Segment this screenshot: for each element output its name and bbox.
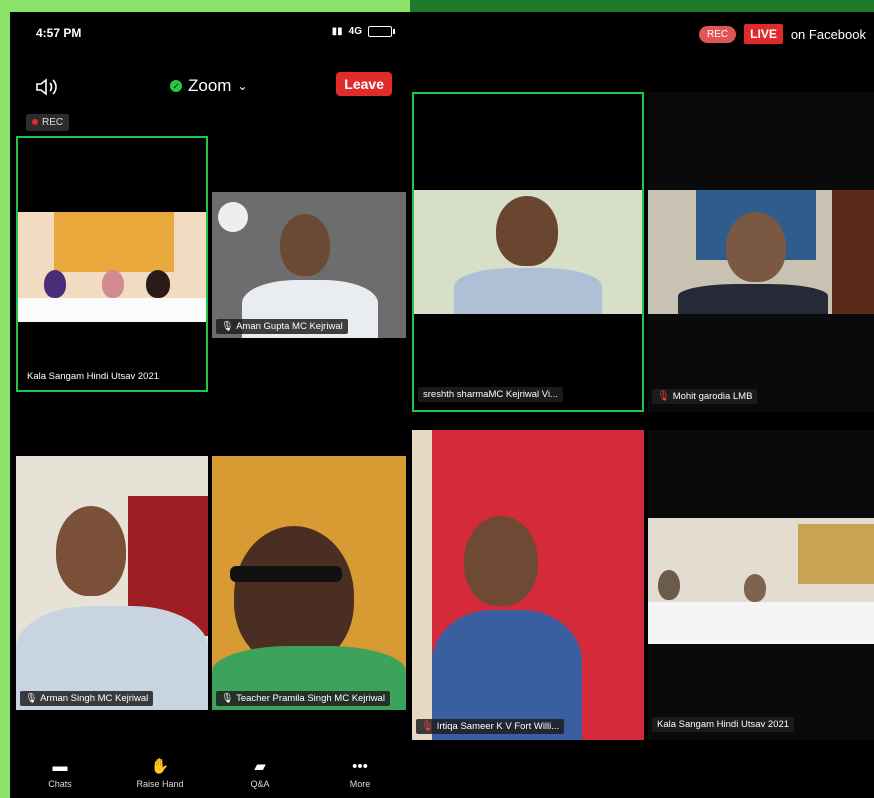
chats-button[interactable]: ▬ Chats — [25, 757, 95, 790]
right-meeting-panel: REC LIVE on Facebook sreshth sharmaMC Ke… — [410, 12, 874, 798]
qa-label: Q&A — [250, 779, 270, 789]
chat-icon: ▬ — [52, 757, 68, 775]
more-label: More — [349, 779, 371, 789]
participant-name-tag: 🎙 Aman Gupta MC Kejriwal — [216, 319, 348, 334]
video-feed — [212, 192, 406, 338]
video-feed — [18, 212, 206, 322]
rec-badge: REC — [26, 114, 70, 131]
live-badge: LIVE — [744, 24, 783, 44]
leave-button[interactable]: Leave — [336, 72, 392, 96]
status-time: 4:57 PM — [36, 26, 82, 40]
mic-icon: 🎙 — [221, 321, 234, 332]
participant-name: Kala Sangam Hindi Utsav 2021 — [27, 371, 160, 382]
mic-icon: 🎙 — [25, 693, 38, 704]
status-icons: ▮▮ 4G — [331, 26, 395, 37]
video-tile[interactable]: sreshth sharmaMC Kejriwal Vi... — [412, 92, 644, 412]
video-tile[interactable]: Kala Sangam Hindi Utsav 2021 — [16, 136, 208, 392]
network-label: 4G — [348, 26, 362, 37]
video-tile[interactable]: 🎙 Mohit garodia LMB — [648, 92, 874, 412]
participant-name: sreshth sharmaMC Kejriwal Vi... — [423, 389, 558, 400]
rec-pill: REC — [699, 25, 737, 43]
more-icon: ••• — [352, 757, 368, 775]
video-feed — [648, 190, 874, 314]
chevron-down-icon: ⌄ — [237, 79, 248, 93]
participant-name-tag: 🎙 Arman Singh MC Kejriwal — [20, 691, 154, 706]
rec-label: REC — [42, 117, 64, 128]
raise-hand-button[interactable]: ✋ Raise Hand — [125, 757, 195, 789]
platform-label: on Facebook — [790, 26, 866, 42]
participant-name-tag: Kala Sangam Hindi Utsav 2021 — [22, 369, 164, 384]
mic-muted-icon: 🎙 — [657, 391, 670, 402]
record-dot-icon — [32, 119, 38, 125]
video-feed — [648, 518, 874, 644]
video-tile[interactable]: Kala Sangam Hindi Utsav 2021 — [648, 430, 874, 740]
participant-name-tag: 🎙 Teacher Pramila Singh MC Kejriwal — [216, 691, 390, 706]
video-feed — [412, 430, 644, 740]
participant-name-tag: 🎙 Irtiqa Sameer K V Fort Willi... — [416, 719, 565, 734]
video-feed — [414, 190, 642, 314]
participant-name: Arman Singh MC Kejriwal — [40, 693, 149, 704]
bottom-toolbar: ▬ Chats ✋ Raise Hand ▰ Q&A ••• More — [10, 748, 410, 798]
video-feed — [212, 456, 406, 710]
mic-icon: 🎙 — [221, 693, 234, 704]
chats-label: Chats — [48, 779, 72, 789]
speaker-icon[interactable] — [34, 76, 60, 98]
video-tile[interactable]: 🎙 Irtiqa Sameer K V Fort Willi... — [412, 430, 644, 740]
participant-name: Mohit garodia LMB — [672, 391, 753, 402]
participant-name: Kala Sangam Hindi Utsav 2021 — [657, 719, 790, 730]
participant-name-tag: Kala Sangam Hindi Utsav 2021 — [652, 717, 795, 732]
participant-name: Aman Gupta MC Kejriwal — [236, 321, 343, 332]
video-tile[interactable]: 🎙 Aman Gupta MC Kejriwal — [212, 192, 406, 338]
live-stream-indicator: REC LIVE on Facebook — [699, 24, 866, 44]
participant-name-tag: sreshth sharmaMC Kejriwal Vi... — [418, 387, 563, 402]
left-meeting-panel: 4:57 PM ▮▮ 4G ✓ Zoom ⌄ Leave REC Kala Sa… — [10, 12, 410, 798]
qa-button[interactable]: ▰ Q&A — [225, 757, 295, 789]
signal-icon: ▮▮ — [331, 26, 343, 37]
more-button[interactable]: ••• More — [325, 757, 395, 790]
video-tile[interactable]: 🎙 Teacher Pramila Singh MC Kejriwal — [212, 456, 406, 710]
participant-name: Teacher Pramila Singh MC Kejriwal — [236, 693, 385, 704]
shield-check-icon: ✓ — [170, 80, 182, 92]
hand-icon: ✋ — [150, 758, 170, 775]
battery-icon — [368, 26, 395, 37]
video-feed — [16, 456, 208, 710]
mic-muted-icon: 🎙 — [421, 721, 434, 732]
participant-name-tag: 🎙 Mohit garodia LMB — [652, 389, 758, 404]
qa-icon: ▰ — [254, 758, 266, 775]
raise-hand-label: Raise Hand — [136, 779, 184, 789]
window-top-strip — [410, 0, 874, 12]
meeting-title-dropdown[interactable]: ✓ Zoom ⌄ — [170, 76, 248, 96]
participant-name: Irtiqa Sameer K V Fort Willi... — [436, 721, 560, 732]
video-tile[interactable]: 🎙 Arman Singh MC Kejriwal — [16, 456, 208, 710]
meeting-title: Zoom — [188, 76, 232, 95]
